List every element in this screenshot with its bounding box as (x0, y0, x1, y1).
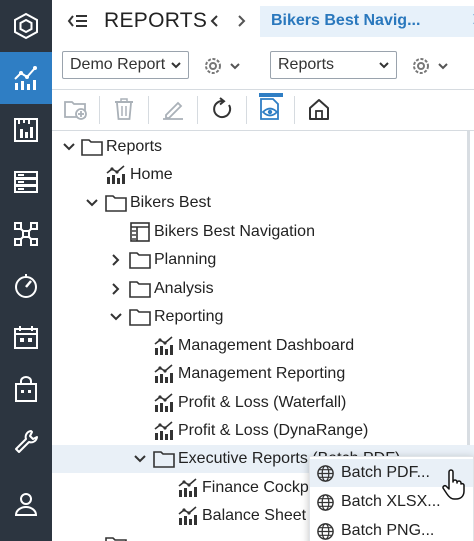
gear-icon[interactable] (200, 53, 248, 79)
tree-node-label: Planning (154, 251, 217, 268)
ruler-chart-icon[interactable] (0, 104, 52, 156)
left-rail (0, 0, 52, 541)
tree-node-management-reporting[interactable]: Management Reporting (52, 360, 474, 388)
tree-node-label: Finance Cockpit (202, 479, 317, 496)
folder-icon (153, 451, 175, 468)
report-chart-icon (154, 336, 173, 355)
tree-node-reporting[interactable]: Reporting (52, 303, 474, 331)
close-icon[interactable] (470, 10, 474, 28)
report-chart-icon (178, 478, 197, 497)
toolbar-separator (246, 96, 247, 124)
delete-icon[interactable] (111, 96, 137, 122)
report-chart-icon (154, 364, 173, 383)
refresh-icon[interactable] (209, 96, 235, 122)
menu-item-batch-png[interactable]: Batch PNG... (310, 517, 473, 541)
tree-node-label: Bikers Best (130, 194, 211, 211)
folder-select[interactable]: Reports (270, 51, 397, 79)
user-icon[interactable] (0, 478, 52, 530)
tree-node-label: Analysis (154, 280, 214, 297)
toolbar-separator (197, 96, 198, 124)
hexagon-logo-icon[interactable] (0, 0, 52, 52)
menu-item-label: Batch PDF... (341, 464, 430, 481)
report-chart-icon (178, 506, 197, 525)
shopping-bag-icon[interactable] (0, 364, 52, 416)
folder-icon (129, 252, 151, 269)
tree-node-label: Profit & Loss (DynaRange) (178, 422, 369, 439)
tree-node-label: Profit & Loss (Waterfall) (178, 394, 347, 411)
folder-icon (105, 195, 127, 212)
tree-node-profit-loss-waterfall[interactable]: Profit & Loss (Waterfall) (52, 389, 474, 417)
chevron-down-icon[interactable] (62, 140, 76, 154)
tree-node-analysis[interactable]: Analysis (52, 275, 474, 303)
tree-node-label: Reporting (154, 308, 224, 325)
report-chart-icon (154, 393, 173, 412)
server-icon[interactable] (0, 156, 52, 208)
report-select-value: Demo Report (70, 56, 166, 73)
globe-icon (317, 523, 334, 540)
tree-node-label: Management Reporting (178, 365, 346, 382)
tree-node-label: Bikers Best Navigation (154, 223, 315, 240)
tree-node-label: Home (130, 166, 173, 183)
toolbar-separator (99, 96, 100, 124)
tree-node-management-dashboard[interactable]: Management Dashboard (52, 332, 474, 360)
edit-icon[interactable] (160, 96, 186, 122)
globe-icon (317, 494, 334, 511)
toolbar-separator (294, 96, 295, 124)
tree-node-bikers-best-navigation[interactable]: Bikers Best Navigation (52, 218, 474, 246)
toolbar-separator (148, 96, 149, 124)
tree-node-label: Balance Sheet (202, 507, 307, 524)
gear-icon[interactable] (408, 53, 456, 79)
tree-node-label: Management Dashboard (178, 337, 355, 354)
collapse-menu-icon[interactable] (66, 9, 90, 33)
folder-icon (81, 139, 103, 156)
chevron-down-icon (379, 62, 389, 69)
folder-icon (129, 281, 151, 298)
report-select[interactable]: Demo Report (62, 51, 189, 79)
header-bar: REPORTS Bikers Best Navig... (52, 0, 474, 42)
menu-item-label: Batch XLSX... (341, 493, 441, 510)
chevron-left-icon[interactable] (206, 11, 224, 31)
divider (52, 89, 474, 90)
report-chart-icon (154, 421, 173, 440)
folder-icon (129, 309, 151, 326)
chevron-down-icon (171, 62, 181, 69)
report-chart-icon (106, 165, 125, 184)
chevron-down-icon[interactable] (133, 452, 147, 466)
home-icon[interactable] (306, 96, 332, 122)
tree-node-label: Reports (106, 138, 163, 155)
dashboard-gauge-icon[interactable] (0, 260, 52, 312)
hierarchy-icon[interactable] (0, 208, 52, 260)
calendar-icon[interactable] (0, 312, 52, 364)
tab-bikers-best-navigation[interactable]: Bikers Best Navig... (260, 6, 474, 37)
tree-node-planning[interactable]: Planning (52, 246, 474, 274)
page-title: REPORTS (104, 9, 208, 32)
preview-icon[interactable] (258, 96, 284, 122)
tab-label: Bikers Best Navig... (271, 12, 421, 29)
navigation-layout-icon (130, 222, 150, 242)
tree-node-reports[interactable]: Reports (52, 133, 474, 161)
menu-item-label: Batch PNG... (341, 522, 435, 539)
folder-select-value: Reports (278, 56, 335, 73)
hand-cursor-icon (442, 469, 465, 500)
chevron-down-icon[interactable] (85, 196, 99, 210)
chevron-right-icon[interactable] (109, 253, 123, 267)
analytics-icon[interactable] (0, 52, 52, 104)
chevron-right-icon[interactable] (232, 11, 250, 31)
globe-icon (317, 465, 334, 482)
tree-node-profit-loss-dynarange[interactable]: Profit & Loss (DynaRange) (52, 417, 474, 445)
chevron-right-icon[interactable] (109, 282, 123, 296)
wrench-icon[interactable] (0, 416, 52, 468)
new-folder-icon[interactable] (63, 96, 89, 122)
tree-node-bikers-best[interactable]: Bikers Best (52, 189, 474, 217)
chevron-down-icon[interactable] (109, 310, 123, 324)
tree-node-home[interactable]: Home (52, 161, 474, 189)
folder-icon (105, 537, 127, 541)
